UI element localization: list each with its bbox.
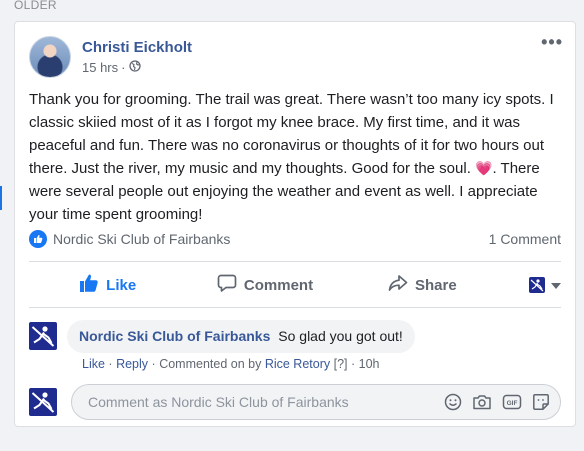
help-link[interactable]: [?] [334,357,348,371]
comment-button[interactable]: Comment [186,273,343,297]
page-switcher[interactable] [501,276,561,294]
post-meta: Christi Eickholt 15 hrs · [82,39,192,75]
comment-label: Comment [243,276,314,294]
post-header: Christi Eickholt 15 hrs · [29,36,192,78]
camera-icon[interactable] [472,393,492,411]
like-reaction-icon [29,230,47,248]
like-label: Like [106,276,137,294]
commenter-name-link[interactable]: Rice Retory [265,357,330,371]
liked-by-name: Nordic Ski Club of Fairbanks [53,231,231,247]
left-accent-bar [0,186,2,210]
reactions-row: Nordic Ski Club of Fairbanks 1 Comment [29,228,561,250]
comment-bubble: Nordic Ski Club of Fairbanks So glad you… [67,320,415,353]
heart-icon: 💗 [475,160,493,176]
time-separator: · [121,60,126,75]
compose-row: GIF [29,384,561,420]
comment-count[interactable]: 1 Comment [489,231,561,247]
author-name[interactable]: Christi Eickholt [82,39,192,57]
commented-on-by: Commented on by [159,357,262,371]
post-card: Christi Eickholt 15 hrs · ••• Thank you … [14,21,576,427]
meta-sep: · [350,357,356,371]
meta-sep: · [151,357,156,371]
divider-top [29,261,561,262]
reaction-summary[interactable]: Nordic Ski Club of Fairbanks [29,230,230,248]
comment-icon [217,273,244,297]
comment-text: So glad you got out! [278,328,403,344]
globe-icon [129,60,142,75]
meta-sep: · [108,357,113,371]
emoji-icon[interactable] [444,393,462,411]
like-button[interactable]: Like [29,273,186,297]
comment-item: Nordic Ski Club of Fairbanks So glad you… [29,320,415,353]
more-options-icon[interactable]: ••• [541,33,563,51]
svg-text:GIF: GIF [507,400,518,407]
composer-avatar[interactable] [29,388,57,416]
share-label: Share [414,276,457,294]
club-logo-icon [528,277,545,293]
composer-icons: GIF [444,393,550,411]
share-icon [388,273,415,297]
divider-bottom [29,307,561,308]
post-text: Thank you for grooming. The trail was gr… [29,88,565,226]
gif-icon[interactable]: GIF [502,393,522,411]
comment-reply-link[interactable]: Reply [116,357,148,371]
commenter-avatar[interactable] [29,322,57,350]
section-label-older: OLDER [14,0,57,12]
comment-composer: GIF [71,384,561,420]
sticker-icon[interactable] [532,393,550,411]
author-avatar[interactable] [29,36,71,78]
comment-meta: Like · Reply · Commented on by Rice Reto… [82,357,380,371]
comment-time[interactable]: 10h [359,357,380,371]
chevron-down-icon [550,276,561,294]
like-icon [79,273,106,297]
share-button[interactable]: Share [344,273,501,297]
comment-like-link[interactable]: Like [82,357,105,371]
comment-author[interactable]: Nordic Ski Club of Fairbanks [79,328,270,344]
comment-input[interactable] [86,393,444,411]
post-time-row: 15 hrs · [82,60,192,75]
post-timestamp[interactable]: 15 hrs [82,60,118,75]
post-actions: Like Comment Share [29,268,561,302]
